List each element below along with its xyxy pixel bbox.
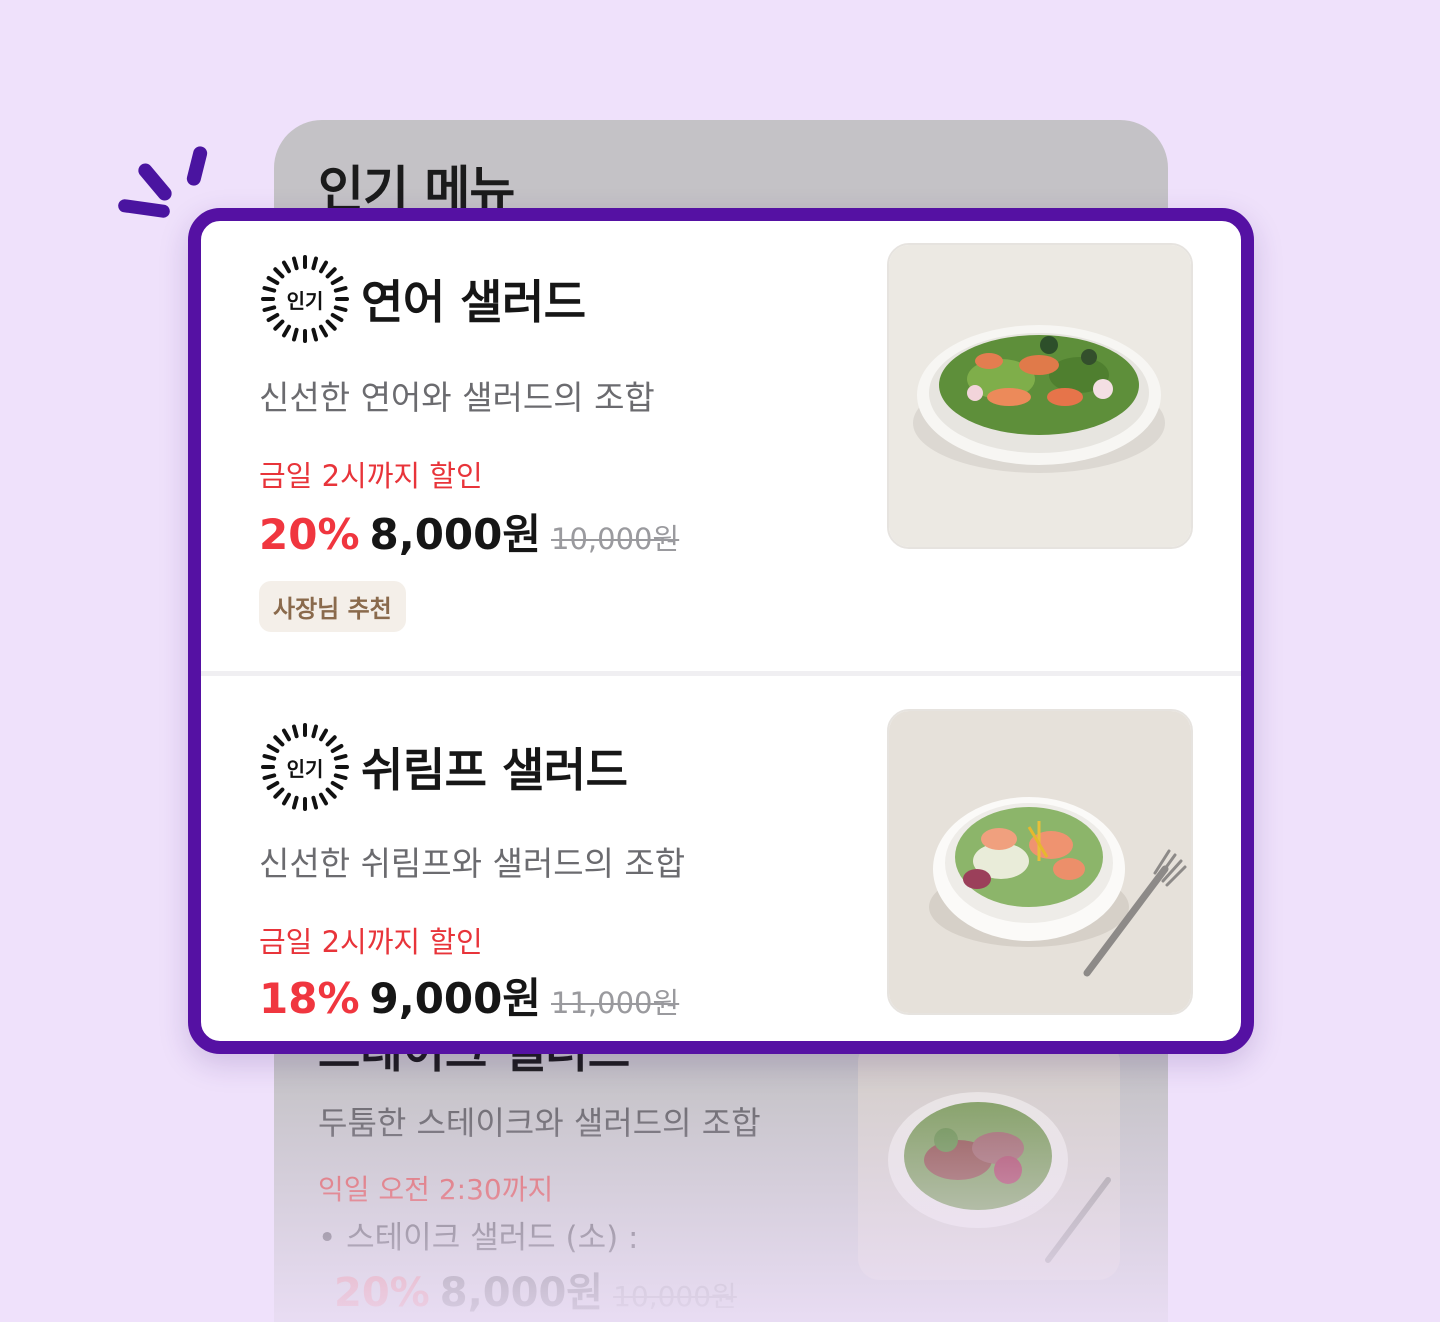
sparkle-mark-2 xyxy=(185,144,209,188)
steak-salad-discount: 20% xyxy=(334,1270,430,1316)
sparkle-mark-3 xyxy=(117,198,171,219)
popular-badge-icon: 인기 xyxy=(259,253,351,345)
salmon-salad-price: 8,000원 xyxy=(369,510,542,559)
salmon-salad-photo[interactable] xyxy=(887,243,1193,549)
steak-salad-photo[interactable] xyxy=(858,1040,1120,1280)
shrimp-salad-name-row: 인기 쉬림프 샐러드 xyxy=(259,721,628,813)
popular-badge-label: 인기 xyxy=(286,288,324,313)
popular-items-highlight-card: 인기 연어 샐러드 신선한 연어와 샐러드의 조합 금일 2시까지 할인 20%… xyxy=(188,208,1254,1054)
popular-badge-icon: 인기 xyxy=(259,721,351,813)
steak-salad-price-row: 20% 8,000원 10,000원 xyxy=(334,1260,737,1318)
shrimp-salad-name: 쉬림프 샐러드 xyxy=(361,743,628,797)
steak-salad-price: 8,000원 xyxy=(439,1270,604,1316)
salmon-salad-name: 연어 샐러드 xyxy=(361,275,586,329)
salmon-salad-name-row: 인기 연어 샐러드 xyxy=(259,253,586,345)
shrimp-salad-price-row: 18% 9,000원 11,000원 xyxy=(259,965,679,1026)
salmon-salad-original-price: 10,000원 xyxy=(551,522,680,556)
steak-salad-option: • 스테이크 샐러드 (소) : xyxy=(318,1220,639,1256)
salmon-salad-deal-label: 금일 2시까지 할인 xyxy=(259,459,483,493)
steak-salad-deadline: 익일 오전 2:30까지 xyxy=(318,1173,554,1206)
shrimp-salad-original-price: 11,000원 xyxy=(551,986,680,1020)
shrimp-salad-deal-label: 금일 2시까지 할인 xyxy=(259,925,483,959)
menu-item-shrimp-salad[interactable]: 인기 쉬림프 샐러드 신선한 쉬림프와 샐러드의 조합 금일 2시까지 할인 1… xyxy=(201,677,1241,1041)
steak-salad-original-price: 10,000원 xyxy=(613,1280,737,1313)
salmon-salad-price-row: 20% 8,000원 10,000원 xyxy=(259,501,679,562)
shrimp-salad-description: 신선한 쉬림프와 샐러드의 조합 xyxy=(259,844,686,883)
shrimp-salad-discount: 18% xyxy=(259,974,360,1023)
shrimp-salad-photo[interactable] xyxy=(887,709,1193,1015)
owner-recommend-tag: 사장님 추천 xyxy=(259,581,406,632)
sparkle-mark-1 xyxy=(135,160,175,204)
steak-salad-description: 두툼한 스테이크와 샐러드의 조합 xyxy=(318,1104,761,1142)
item-divider xyxy=(201,671,1241,676)
salmon-salad-discount: 20% xyxy=(259,510,360,559)
shrimp-salad-price: 9,000원 xyxy=(369,974,542,1023)
popular-badge-label: 인기 xyxy=(286,756,324,781)
menu-item-salmon-salad[interactable]: 인기 연어 샐러드 신선한 연어와 샐러드의 조합 금일 2시까지 할인 20%… xyxy=(201,221,1241,671)
salmon-salad-description: 신선한 연어와 샐러드의 조합 xyxy=(259,378,655,417)
